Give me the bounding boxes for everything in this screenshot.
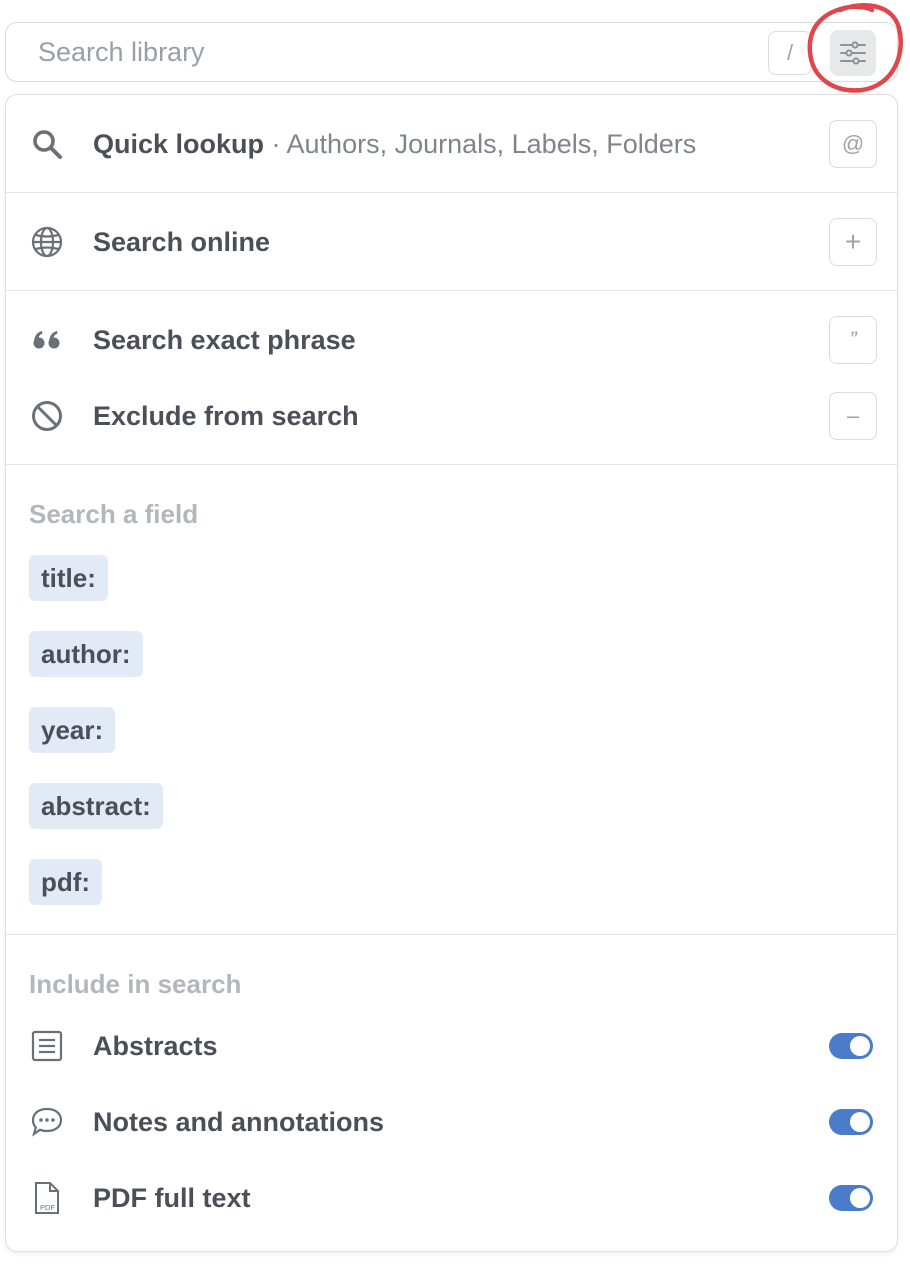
- field-chip-pdf[interactable]: pdf:: [29, 859, 103, 905]
- field-chip-author[interactable]: author:: [29, 631, 143, 677]
- abstracts-toggle[interactable]: [829, 1033, 873, 1059]
- quote-shortcut-label: ”: [849, 327, 857, 352]
- include-heading: Include in search: [29, 969, 242, 999]
- include-notes-label: Notes and annotations: [93, 1106, 385, 1137]
- exact-phrase-row[interactable]: Search exact phrase ”: [6, 302, 897, 378]
- sliders-icon: [840, 41, 866, 65]
- include-abstracts-label: Abstracts: [93, 1030, 218, 1061]
- speech-bubble-icon: [30, 1105, 64, 1139]
- field-chip-row-author: author:: [6, 616, 897, 692]
- field-chip-row-year: year:: [6, 692, 897, 768]
- field-chip-row-title: title:: [6, 540, 897, 616]
- field-chip-title[interactable]: title:: [29, 555, 108, 601]
- plus-shortcut-label: +: [844, 226, 862, 257]
- ban-icon: [30, 399, 64, 433]
- pdf-toggle[interactable]: [829, 1185, 873, 1211]
- include-section: Include in search Abstracts Notes and an…: [6, 935, 897, 1236]
- search-online-label: Search online: [93, 226, 271, 257]
- exclude-row[interactable]: Exclude from search –: [6, 378, 897, 454]
- search-options-panel: Quick lookup · Authors, Journals, Labels…: [5, 94, 898, 1252]
- globe-icon: [30, 225, 64, 259]
- quick-lookup-section: Quick lookup · Authors, Journals, Labels…: [6, 95, 897, 193]
- search-input[interactable]: [36, 31, 736, 73]
- search-online-row[interactable]: Search online +: [6, 193, 897, 291]
- exact-phrase-label: Search exact phrase: [93, 324, 356, 355]
- filter-button[interactable]: [830, 30, 876, 76]
- include-abstracts-row[interactable]: Abstracts: [6, 1008, 897, 1084]
- field-chip-row-abstract: abstract:: [6, 768, 897, 844]
- slash-shortcut-label: /: [786, 40, 794, 65]
- include-pdf-label: PDF full text: [93, 1182, 251, 1213]
- minus-shortcut-label: –: [846, 403, 860, 428]
- include-pdf-row[interactable]: PDF PDF full text: [6, 1160, 897, 1236]
- plus-shortcut-key: +: [829, 218, 877, 266]
- field-chip-abstract[interactable]: abstract:: [29, 783, 163, 829]
- quote-icon: [30, 323, 64, 357]
- search-online-section: Search online +: [6, 193, 897, 291]
- notes-toggle[interactable]: [829, 1109, 873, 1135]
- quote-shortcut-key: ”: [829, 316, 877, 364]
- quick-lookup-subtitle: · Authors, Journals, Labels, Folders: [264, 128, 697, 159]
- magnifier-icon: [30, 127, 64, 161]
- field-chip-row-pdf: pdf:: [6, 844, 897, 920]
- quick-lookup-row[interactable]: Quick lookup · Authors, Journals, Labels…: [6, 95, 897, 193]
- field-chip-year[interactable]: year:: [29, 707, 116, 753]
- svg-text:PDF: PDF: [40, 1203, 55, 1212]
- exclude-label: Exclude from search: [93, 400, 359, 431]
- phrase-options-section: Search exact phrase ” Exclude from searc…: [6, 291, 897, 465]
- quick-lookup-title: Quick lookup: [93, 128, 265, 159]
- document-lines-icon: [30, 1029, 64, 1063]
- search-field-section: Search a field title: author: year: abst…: [6, 465, 897, 935]
- include-notes-row[interactable]: Notes and annotations: [6, 1084, 897, 1160]
- search-field-heading: Search a field: [29, 499, 199, 529]
- at-shortcut-label: @: [841, 131, 865, 156]
- minus-shortcut-key: –: [829, 392, 877, 440]
- quick-lookup-label: Quick lookup · Authors, Journals, Labels…: [93, 129, 696, 160]
- search-bar: /: [5, 22, 898, 82]
- at-shortcut-key: @: [829, 120, 877, 168]
- pdf-file-icon: PDF: [30, 1181, 64, 1215]
- slash-shortcut-key: /: [768, 31, 812, 75]
